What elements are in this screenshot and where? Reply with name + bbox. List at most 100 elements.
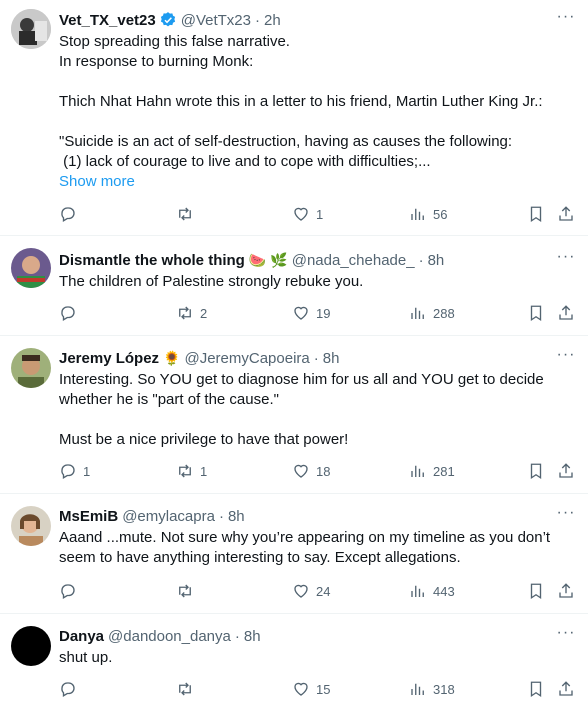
text-line: In response to burning Monk: (59, 53, 254, 70)
timestamp[interactable]: 8h (244, 628, 261, 645)
reply-button[interactable] (59, 582, 83, 600)
tweet-text: The children of Palestine strongly rebuk… (59, 272, 578, 292)
tweet[interactable]: Dismantle the whole thing 🍉 🌿 @nada_cheh… (0, 236, 588, 336)
share-icon (559, 305, 573, 320)
tweet-header: Jeremy López 🌻 @JeremyCapoeira · 8h (59, 348, 578, 368)
bookmark-button[interactable] (527, 304, 545, 322)
text-line: shut up. (59, 649, 113, 666)
heart-icon (294, 584, 308, 598)
views-button[interactable]: 443 (409, 582, 455, 600)
display-name[interactable]: Vet_TX_vet23 (59, 12, 156, 29)
text-line: whether he is "part of the cause." (59, 391, 279, 408)
retweet-count: 2 (200, 305, 208, 321)
timestamp[interactable]: 8h (323, 350, 340, 367)
text-line (59, 72, 578, 92)
reply-button[interactable] (59, 304, 83, 322)
views-button[interactable]: 281 (409, 462, 455, 480)
views-button[interactable]: 318 (409, 680, 455, 698)
like-button[interactable]: 1 (292, 205, 323, 223)
reply-icon (61, 682, 75, 697)
tweet-header: Vet_TX_vet23 @VetTx23 · 2h (59, 10, 578, 30)
tweet-text: Aaand ...mute. Not sure why you’re appea… (59, 528, 578, 568)
retweet-icon (179, 464, 191, 478)
more-options-icon[interactable]: ··· (556, 9, 576, 30)
share-button[interactable] (557, 205, 575, 223)
more-options-icon[interactable]: ··· (556, 347, 576, 368)
like-button[interactable]: 24 (292, 582, 330, 600)
reply-button[interactable] (59, 205, 83, 223)
bookmark-button[interactable] (527, 205, 545, 223)
handle[interactable]: @nada_chehade_ (292, 252, 415, 269)
handle[interactable]: @JeremyCapoeira (184, 350, 309, 367)
more-options-icon[interactable]: ··· (556, 249, 576, 270)
tweet[interactable]: MsEmiB @emylacapra · 8h Aaand ...mute. N… (0, 494, 588, 614)
retweet-button[interactable]: 1 (176, 462, 207, 480)
reply-button[interactable] (59, 680, 83, 698)
tweet-header: Danya @dandoon_danya · 8h (59, 626, 578, 646)
handle[interactable]: @dandoon_danya (108, 628, 231, 645)
share-icon (559, 463, 573, 478)
handle[interactable]: @emylacapra (122, 508, 215, 525)
share-button[interactable] (557, 304, 575, 322)
handle[interactable]: @VetTx23 (181, 12, 251, 29)
timestamp[interactable]: 8h (228, 508, 245, 525)
retweet-button[interactable] (176, 582, 200, 600)
avatar[interactable] (11, 348, 51, 388)
timestamp[interactable]: 2h (264, 12, 281, 29)
text-line (59, 410, 578, 430)
text-line: Stop spreading this false narrative. (59, 33, 290, 50)
avatar[interactable] (11, 248, 51, 288)
view-count: 318 (433, 681, 455, 697)
share-button[interactable] (557, 582, 575, 600)
tweet-text: Stop spreading this false narrative. In … (59, 32, 578, 192)
retweet-button[interactable]: 2 (176, 304, 207, 322)
verified-badge-icon (160, 12, 175, 27)
bookmark-button[interactable] (527, 582, 545, 600)
view-count: 281 (433, 463, 455, 479)
bookmark-button[interactable] (527, 680, 545, 698)
reply-icon (61, 207, 75, 222)
like-count: 24 (316, 583, 331, 599)
retweet-icon (179, 207, 191, 221)
retweet-button[interactable] (176, 680, 200, 698)
avatar[interactable] (11, 506, 51, 546)
display-name[interactable]: MsEmiB (59, 508, 118, 525)
show-more-link[interactable]: Show more (59, 172, 578, 192)
display-name[interactable]: Danya (59, 628, 104, 645)
like-button[interactable]: 18 (292, 462, 330, 480)
bookmark-icon (530, 305, 542, 322)
avatar[interactable] (11, 626, 51, 666)
display-name[interactable]: Dismantle the whole thing (59, 252, 245, 269)
tweet[interactable]: Danya @dandoon_danya · 8h shut up. ··· 1… (0, 614, 588, 705)
bookmark-icon (530, 463, 542, 480)
views-button[interactable]: 288 (409, 304, 455, 322)
share-icon (559, 583, 573, 598)
sunflower-emoji-icon: 🌻 (163, 349, 181, 366)
views-button[interactable]: 56 (409, 205, 447, 223)
more-options-icon[interactable]: ··· (556, 625, 576, 646)
timestamp[interactable]: 8h (428, 252, 445, 269)
views-chart-icon (411, 465, 424, 477)
text-line: Thich Nhat Hahn wrote this in a letter t… (59, 93, 543, 110)
text-line: (1) lack of courage to live and to cope … (59, 153, 431, 170)
tweet[interactable]: Vet_TX_vet23 @VetTx23 · 2h Stop spreadin… (0, 0, 588, 236)
avatar[interactable] (11, 9, 51, 49)
like-button[interactable]: 19 (292, 304, 330, 322)
retweet-icon (179, 584, 191, 598)
bookmark-button[interactable] (527, 462, 545, 480)
bookmark-icon (530, 681, 542, 698)
view-count: 288 (433, 305, 455, 321)
share-button[interactable] (557, 680, 575, 698)
more-options-icon[interactable]: ··· (556, 505, 576, 526)
heart-icon (294, 306, 308, 320)
text-line (59, 112, 578, 132)
text-line: The children of Palestine strongly rebuk… (59, 273, 364, 290)
views-chart-icon (411, 683, 424, 695)
reply-button[interactable]: 1 (59, 462, 90, 480)
tweet[interactable]: Jeremy López 🌻 @JeremyCapoeira · 8h Inte… (0, 336, 588, 494)
display-name[interactable]: Jeremy López (59, 350, 159, 367)
retweet-button[interactable] (176, 205, 200, 223)
like-button[interactable]: 15 (292, 680, 330, 698)
share-button[interactable] (557, 462, 575, 480)
separator-dot: · (313, 349, 319, 367)
